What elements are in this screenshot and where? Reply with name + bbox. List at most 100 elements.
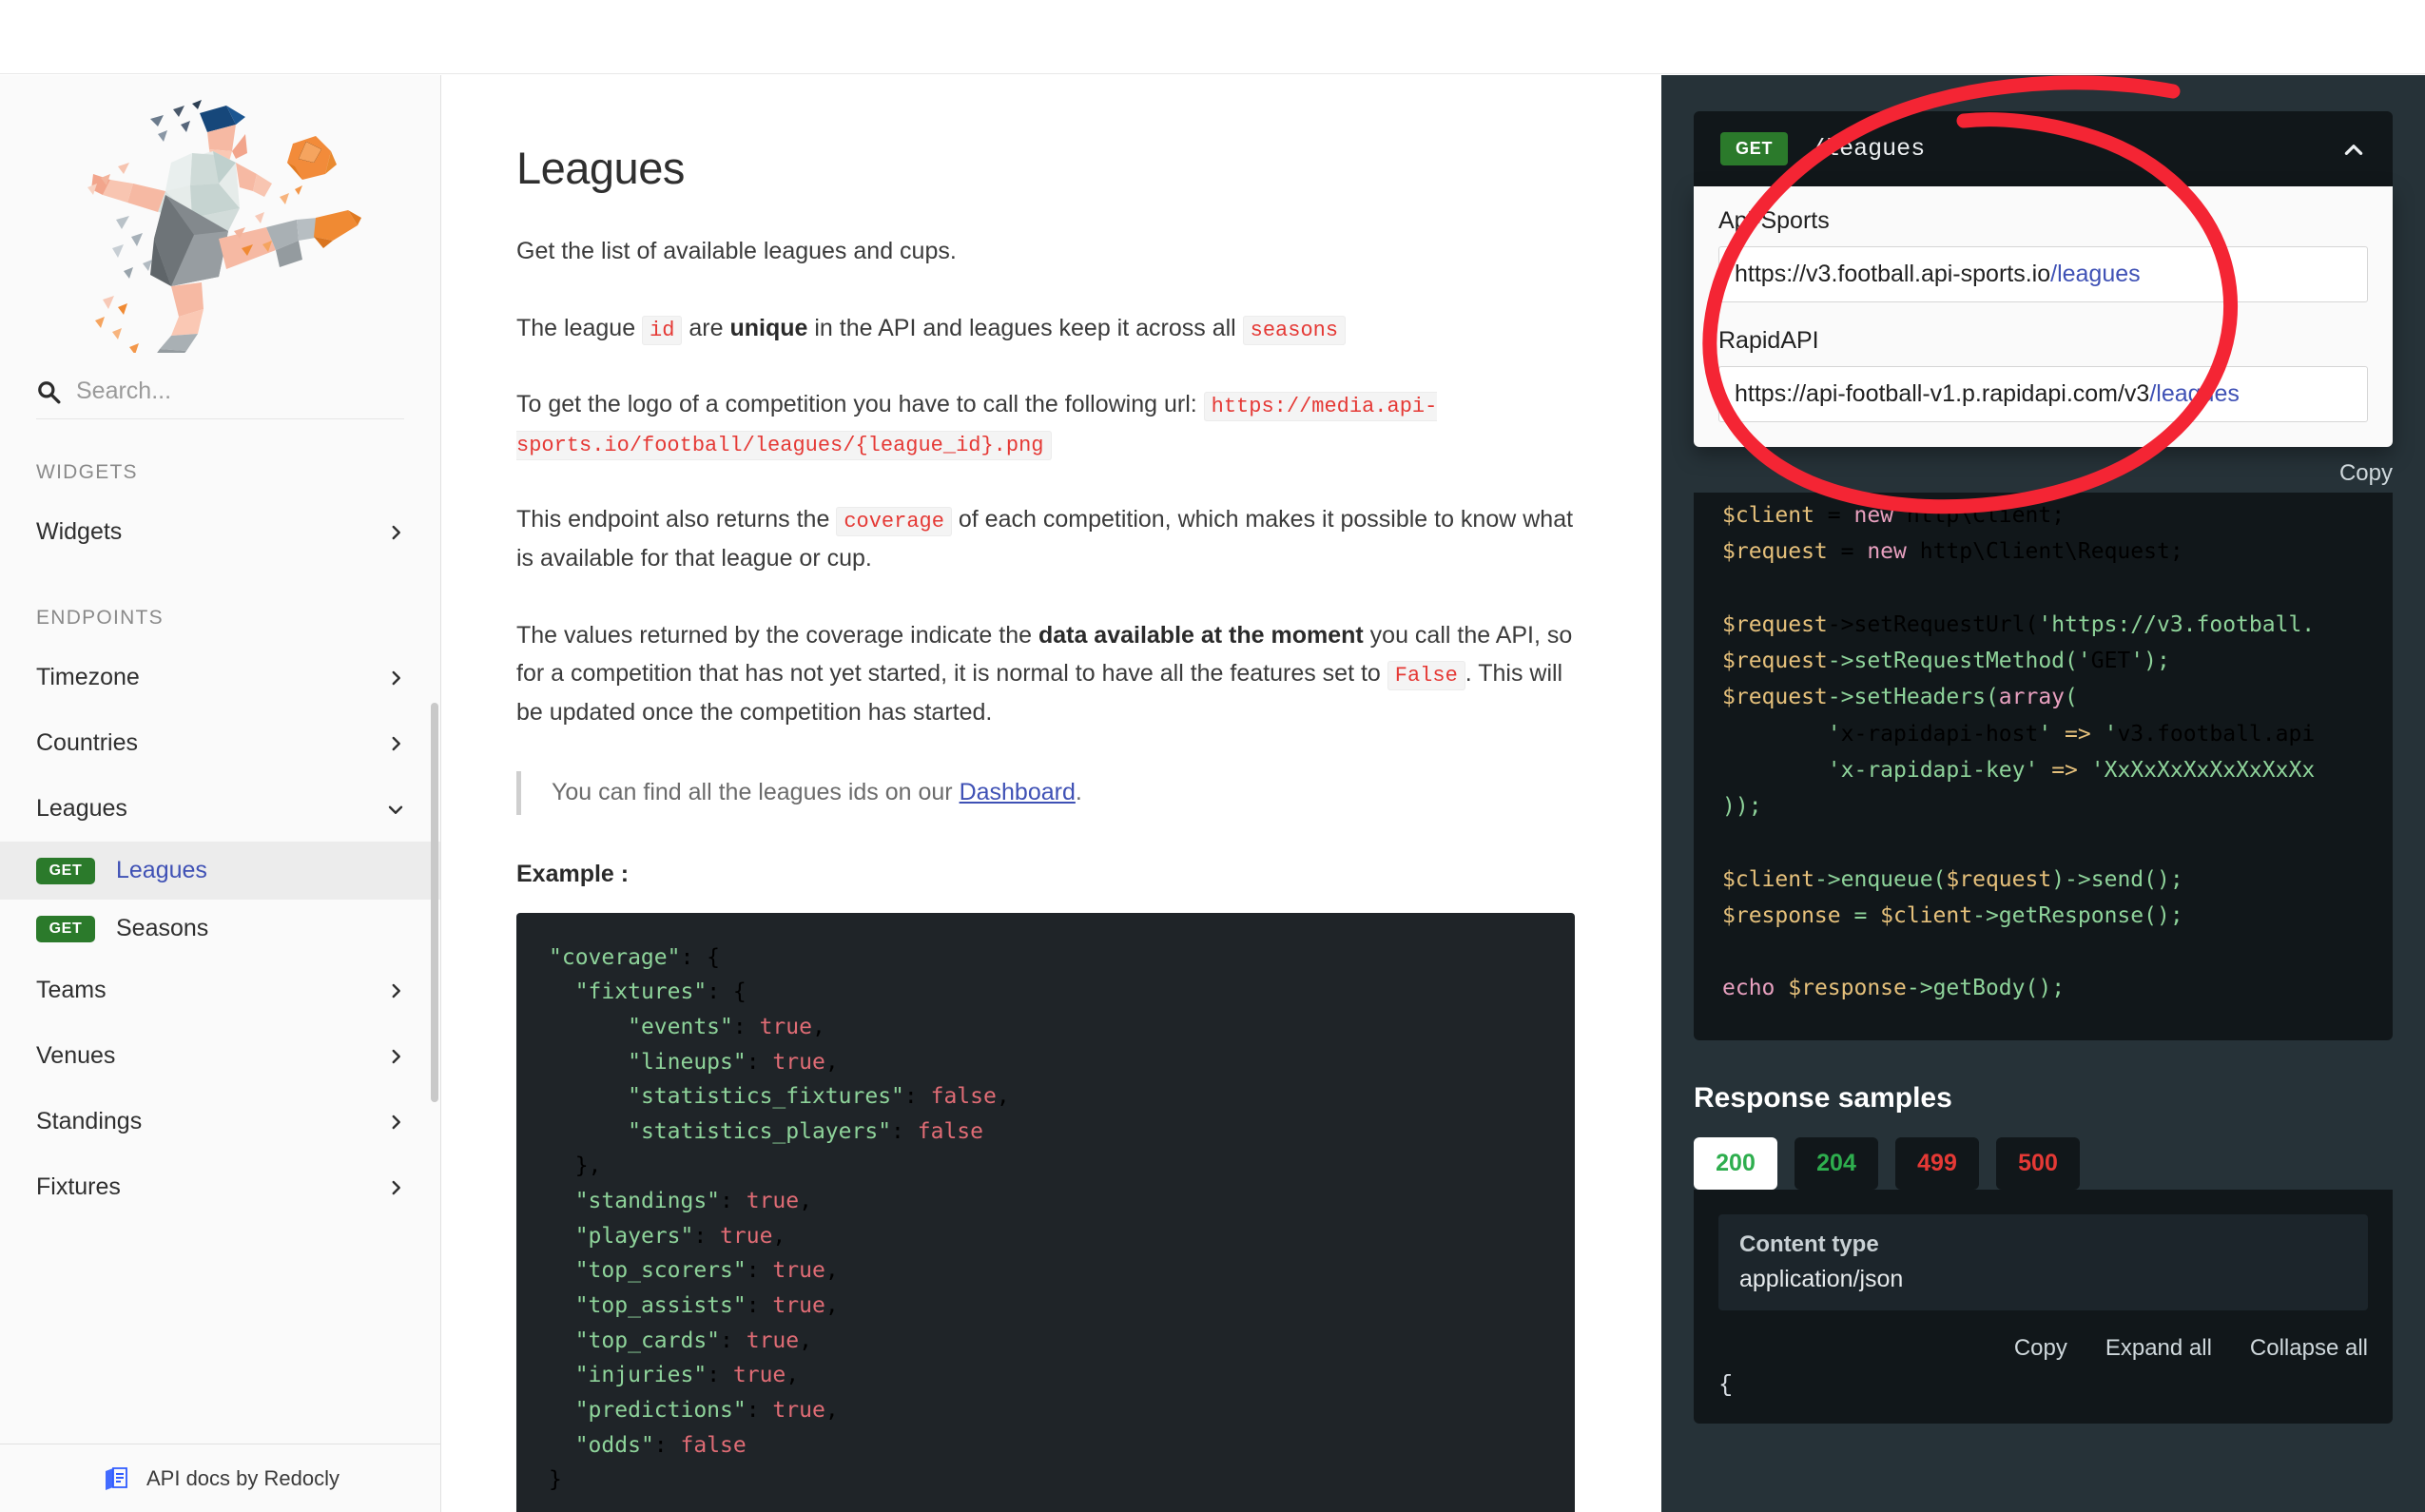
chevron-up-icon xyxy=(2344,144,2363,155)
sidebar-scrollbar[interactable] xyxy=(431,703,438,1102)
sidebar-item-standings[interactable]: Standings xyxy=(0,1089,440,1154)
http-verb-badge: GET xyxy=(36,915,95,942)
http-verb-badge: GET xyxy=(1720,132,1789,165)
text-fragment: are xyxy=(682,314,730,341)
response-actions: Copy Expand all Collapse all xyxy=(1718,1310,2368,1371)
sidebar-item-timezone[interactable]: Timezone xyxy=(0,645,440,710)
sidebar-item-label: Standings xyxy=(36,1108,143,1134)
endpoint-header-toggle[interactable]: GET /leagues xyxy=(1694,111,2393,186)
chevron-right-icon xyxy=(392,525,400,539)
sidebar-item-leagues[interactable]: Leagues xyxy=(0,776,440,842)
text-fragment: To get the logo of a competition you hav… xyxy=(516,391,1204,418)
sidebar: WIDGETS Widgets ENDPOINTS Timezone Count… xyxy=(0,75,441,1512)
chevron-right-icon xyxy=(392,736,400,750)
dashboard-link[interactable]: Dashboard xyxy=(960,779,1076,805)
sidebar-subitem-label: Seasons xyxy=(116,915,209,941)
server-label-api-sports: Api-Sports xyxy=(1718,207,1830,234)
text-fragment: This endpoint also returns the xyxy=(516,506,837,533)
server-url-path: /leagues xyxy=(2050,261,2141,287)
logo-url-paragraph: To get the logo of a competition you hav… xyxy=(516,385,1575,462)
copy-response-button[interactable]: Copy xyxy=(2014,1335,2067,1362)
status-code-label: 200 xyxy=(1716,1149,1756,1176)
page-title: Leagues xyxy=(516,143,685,193)
emphasis-unique: unique xyxy=(729,314,808,341)
inline-code-false: False xyxy=(1387,661,1465,690)
example-label: Example : xyxy=(516,860,630,887)
sidebar-item-fixtures[interactable]: Fixtures xyxy=(0,1154,440,1220)
sidebar-footer[interactable]: API docs by Redocly xyxy=(0,1444,440,1512)
nav-group-label-endpoints: ENDPOINTS xyxy=(36,607,164,629)
chevron-right-icon xyxy=(392,670,400,685)
status-code-label: 204 xyxy=(1816,1149,1856,1176)
sidebar-subitem-leagues[interactable]: GET Leagues xyxy=(0,842,440,900)
redoc-api-docs-page: WIDGETS Widgets ENDPOINTS Timezone Count… xyxy=(0,0,2425,1512)
server-selector-dropdown: Api-Sports https://v3.football.api-sport… xyxy=(1694,186,2393,447)
collapse-all-button[interactable]: Collapse all xyxy=(2250,1335,2368,1362)
status-tab-204[interactable]: 204 xyxy=(1794,1136,1878,1190)
sidebar-subitem-label: Leagues xyxy=(116,857,207,883)
text-fragment: The league xyxy=(516,314,643,341)
server-url-base: https://v3.football.api-sports.io xyxy=(1735,261,2051,287)
server-url-rapidapi[interactable]: https://api-football-v1.p.rapidapi.com/v… xyxy=(1718,366,2368,422)
search-icon xyxy=(38,380,61,403)
inline-code-seasons: seasons xyxy=(1242,315,1347,345)
emphasis-data-available: data available at the moment xyxy=(1038,621,1364,649)
copy-code-button[interactable]: Copy xyxy=(2339,460,2393,487)
sidebar-item-label: Venues xyxy=(36,1042,116,1069)
response-body-panel: Content type application/json Copy Expan… xyxy=(1694,1189,2393,1424)
server-url-path: /leagues xyxy=(2149,380,2240,407)
coverage-code-sample: "coverage": { "fixtures": { "events": tr… xyxy=(516,912,1575,1512)
sidebar-scroll-region[interactable]: WIDGETS Widgets ENDPOINTS Timezone Count… xyxy=(0,75,440,1444)
text-fragment: in the API and leagues keep it across al… xyxy=(807,314,1243,341)
status-tab-499[interactable]: 499 xyxy=(1895,1136,1979,1190)
intro-paragraph: Get the list of available leagues and cu… xyxy=(516,238,957,264)
coverage-values-paragraph: The values returned by the coverage indi… xyxy=(516,616,1575,732)
chevron-down-icon xyxy=(388,805,403,814)
league-id-paragraph: The league id are unique in the API and … xyxy=(516,309,1575,348)
chevron-right-icon xyxy=(392,1049,400,1063)
inline-code-id: id xyxy=(642,315,683,345)
server-label-rapidapi: RapidAPI xyxy=(1718,327,1819,354)
coverage-paragraph: This endpoint also returns the coverage … xyxy=(516,500,1575,577)
right-panel: GET /leagues Api-Sports https://v3.footb… xyxy=(1661,75,2425,1512)
sidebar-item-label: Fixtures xyxy=(36,1173,121,1200)
sidebar-subitem-seasons[interactable]: GET Seasons xyxy=(0,900,440,958)
status-code-label: 500 xyxy=(2018,1149,2058,1176)
status-tab-500[interactable]: 500 xyxy=(1996,1136,2080,1190)
callout-note: You can find all the leagues ids on our … xyxy=(516,771,1575,815)
chevron-right-icon xyxy=(392,1180,400,1194)
endpoint-path: /leagues xyxy=(1811,135,1926,163)
status-tab-200[interactable]: 200 xyxy=(1694,1136,1777,1190)
sidebar-item-widgets[interactable]: Widgets xyxy=(0,499,440,565)
browser-chrome-band xyxy=(0,0,2425,74)
sidebar-item-countries[interactable]: Countries xyxy=(0,710,440,776)
redocly-icon xyxy=(106,1466,127,1490)
inline-code-coverage: coverage xyxy=(836,507,952,537)
content-type-value: application/json xyxy=(1739,1265,1904,1292)
sidebar-item-teams[interactable]: Teams xyxy=(0,958,440,1023)
endpoint-card: GET /leagues Api-Sports https://v3.footb… xyxy=(1694,111,2393,447)
sidebar-item-venues[interactable]: Venues xyxy=(0,1023,440,1089)
sidebar-item-label: Leagues xyxy=(36,795,127,822)
response-samples-title: Response samples xyxy=(1694,1081,1952,1114)
football-player-illustration xyxy=(87,100,361,353)
sidebar-item-label: Countries xyxy=(36,729,138,756)
content-type-label: Content type xyxy=(1739,1231,1879,1257)
sidebar-item-label: Timezone xyxy=(36,664,140,690)
chevron-right-icon xyxy=(392,983,400,998)
expand-all-button[interactable]: Expand all xyxy=(2105,1335,2212,1362)
response-json-preview: { xyxy=(1718,1370,1734,1399)
server-url-base: https://api-football-v1.p.rapidapi.com/v… xyxy=(1735,380,2150,407)
sidebar-item-label: Widgets xyxy=(36,518,123,545)
request-code-sample: $client = new http\Client; $request = ne… xyxy=(1694,493,2393,1040)
main-content: Leagues Get the list of available league… xyxy=(442,75,1660,1512)
search-box[interactable] xyxy=(36,370,404,419)
search-input[interactable] xyxy=(76,378,404,405)
code-copy-row: Copy xyxy=(1661,447,2425,493)
response-status-tabs: 200 204 499 500 xyxy=(1694,1136,2393,1190)
server-url-api-sports[interactable]: https://v3.football.api-sports.io/league… xyxy=(1718,246,2368,302)
sidebar-item-label: Teams xyxy=(36,977,107,1003)
nav-group-label-widgets: WIDGETS xyxy=(36,461,138,483)
sidebar-footer-label: API docs by Redocly xyxy=(146,1465,340,1490)
content-type-box[interactable]: Content type application/json xyxy=(1718,1213,2368,1310)
